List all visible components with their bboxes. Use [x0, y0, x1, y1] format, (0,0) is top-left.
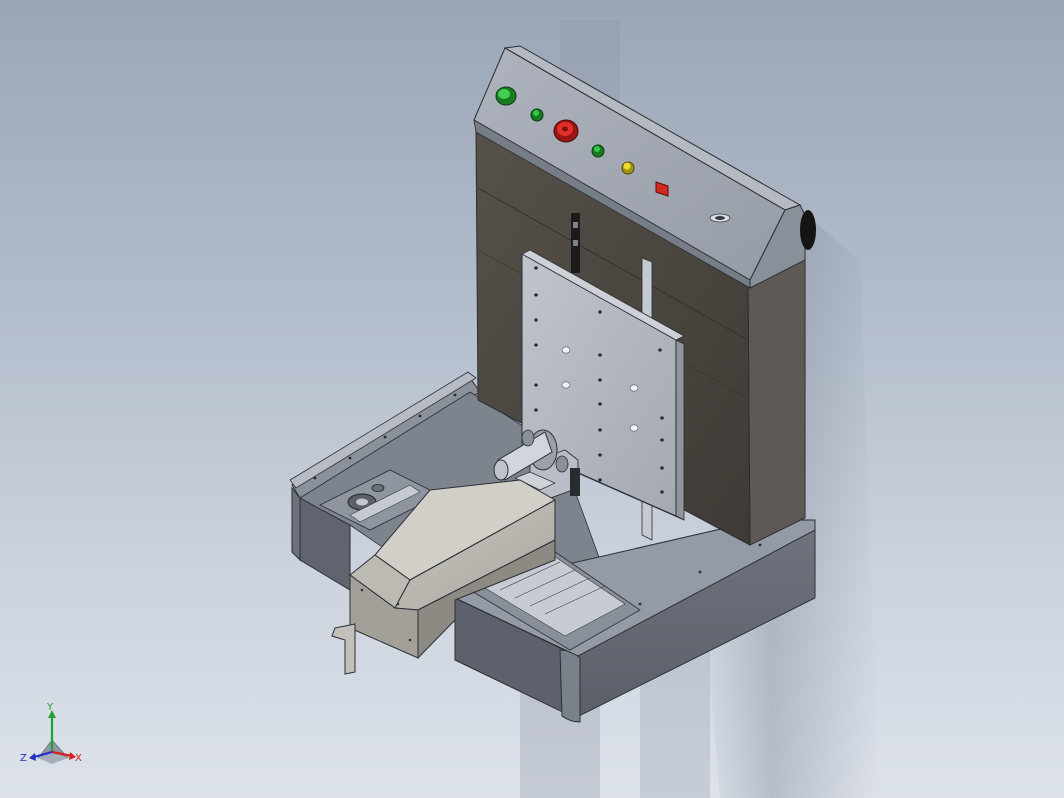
rim-screw [418, 414, 422, 418]
plate-hole [561, 381, 571, 389]
plate-hole [534, 408, 538, 412]
plate-hole [598, 310, 602, 314]
plate-hole [534, 293, 538, 297]
plate-hole [660, 490, 664, 494]
plate-hole [598, 478, 602, 482]
plate-hole [660, 438, 664, 442]
rim-screw [698, 570, 702, 574]
z-axis-label: Z [20, 753, 27, 764]
logo-plate [709, 213, 731, 223]
plate-hole [660, 416, 664, 420]
rim-screw [758, 543, 762, 547]
plate-hole [534, 383, 538, 387]
rim-screw [383, 435, 387, 439]
plate-hole [561, 346, 571, 354]
green-indicator-light [530, 108, 544, 122]
plate-hole [660, 466, 664, 470]
green-mushroom-button[interactable] [495, 86, 517, 106]
rim-screw [348, 456, 352, 460]
yellow-indicator-light [621, 161, 635, 175]
orientation-triad: Y X Z [20, 702, 82, 764]
plate-hole [658, 348, 662, 352]
plate-hole [598, 453, 602, 457]
plate-hole [534, 343, 538, 347]
plate-hole [598, 353, 602, 357]
x-axis-label: X [75, 753, 82, 764]
rim-screw [313, 476, 317, 480]
plate-hole [598, 428, 602, 432]
green-indicator-light-2 [591, 144, 605, 158]
plate-hole [629, 424, 639, 432]
plate-hole [598, 402, 602, 406]
cad-viewport[interactable]: Y X Z [0, 0, 1064, 798]
plate-hole [598, 378, 602, 382]
plate-hole [534, 266, 538, 270]
machine-model[interactable] [0, 0, 1064, 798]
rim-screw [453, 393, 457, 397]
red-emergency-stop[interactable] [553, 119, 579, 143]
plate-hole [629, 384, 639, 392]
y-axis-label: Y [46, 702, 54, 713]
rim-screw [638, 602, 642, 606]
plate-hole [534, 318, 538, 322]
